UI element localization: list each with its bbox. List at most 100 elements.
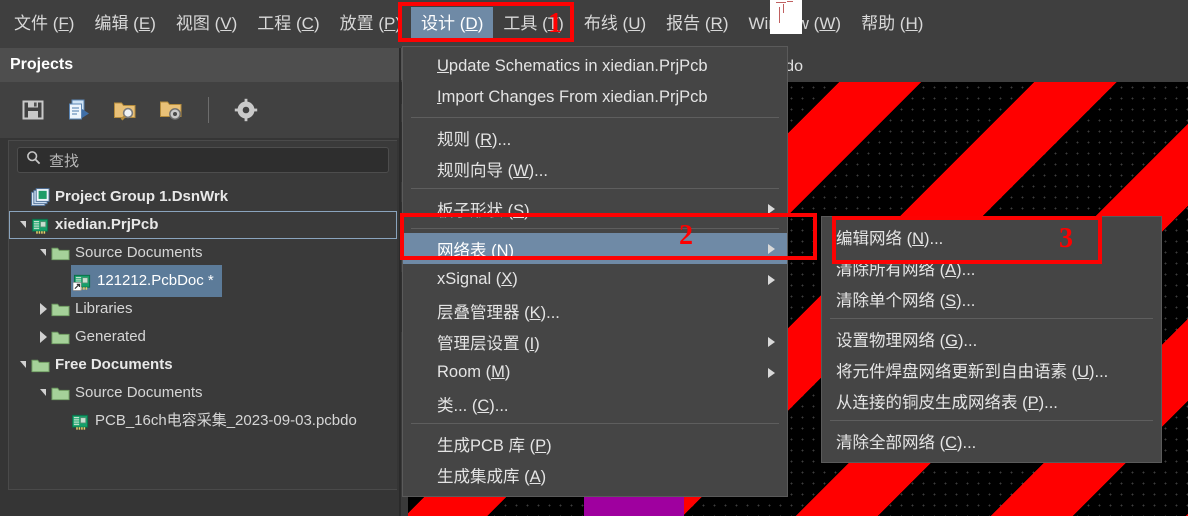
- menu-item-xsignal[interactable]: xSignal (X): [403, 264, 787, 295]
- tree-item-folder-free-documents[interactable]: Free Documents: [9, 351, 397, 379]
- menu-separator: [411, 188, 779, 189]
- panel-settings-icon[interactable]: [231, 95, 261, 125]
- menu-item-label: 管理层设置 (I): [437, 334, 540, 353]
- submenu-item-configure-physical-nets[interactable]: 设置物理网络 (G)...: [822, 323, 1161, 354]
- menu-item-label: 编辑网络 (N)...: [836, 229, 944, 248]
- prjpcb-icon: [31, 216, 50, 235]
- collapse-triangle-icon[interactable]: [15, 211, 31, 239]
- menu-item-label: 设置物理网络 (G)...: [836, 331, 978, 350]
- menubar-item-design[interactable]: 设计 (D): [411, 7, 494, 41]
- folder-icon: [51, 244, 70, 263]
- menubar-item-reports[interactable]: 报告 (R): [656, 7, 738, 41]
- menu-item-label: 将元件焊盘网络更新到自由语素 (U)...: [836, 362, 1109, 381]
- collapse-triangle-icon[interactable]: [15, 351, 31, 379]
- pcbdoc-link-icon: [73, 272, 92, 291]
- menu-item-netlist[interactable]: 网络表 (N): [403, 233, 787, 264]
- menubar-item-label: 帮助 (H): [861, 14, 924, 33]
- tree-item-folder-generated[interactable]: Generated: [9, 323, 397, 351]
- tree-item-content: Source Documents: [51, 379, 203, 407]
- submenu-item-clear-all-nets[interactable]: 清除全部网络 (C)...: [822, 425, 1161, 456]
- submenu-item-clean-single-net[interactable]: 清除单个网络 (S)...: [822, 283, 1161, 314]
- tree-item-folder-source-documents-2[interactable]: Source Documents: [9, 379, 397, 407]
- application-window: 文件 (F) 编辑 (E) 视图 (V) 工程 (C) 放置 (P) 设计 (D) 工具 (…: [0, 0, 1188, 516]
- compile-documents-icon[interactable]: [64, 95, 94, 125]
- menubar-item-label: 设计 (D): [421, 14, 484, 33]
- tree-item-project-group[interactable]: Project Group 1.DsnWrk: [9, 183, 397, 211]
- menu-item-label: Update Schematics in xiedian.PrjPcb: [437, 57, 708, 75]
- tree-item-content: Generated: [51, 323, 146, 351]
- save-icon[interactable]: [18, 95, 48, 125]
- folder-icon: [51, 300, 70, 319]
- tree-item-folder-source-documents-1[interactable]: Source Documents: [9, 239, 397, 267]
- tree-item-label: Source Documents: [75, 244, 203, 261]
- expand-triangle-icon[interactable]: [35, 323, 51, 351]
- annotation-step-2-number: 2: [679, 220, 693, 251]
- collapse-triangle-icon[interactable]: [35, 379, 51, 407]
- collapse-triangle-icon[interactable]: [35, 239, 51, 267]
- menubar-item-file[interactable]: 文件 (F): [4, 7, 84, 41]
- tree-item-folder-libraries[interactable]: Libraries: [9, 295, 397, 323]
- annotation-step-1-number: 1: [548, 8, 562, 39]
- menu-item-layer-stack-manager[interactable]: 层叠管理器 (K)...: [403, 295, 787, 326]
- menubar-item-label: 放置 (P): [339, 14, 402, 33]
- menu-item-label: 生成集成库 (A): [437, 467, 547, 486]
- expand-triangle-icon[interactable]: [35, 295, 51, 323]
- panel-title: Projects: [0, 48, 399, 82]
- menu-item-manage-layer-sets[interactable]: 管理层设置 (I): [403, 326, 787, 357]
- tree-item-content: xiedian.PrjPcb: [31, 211, 158, 239]
- menu-separator: [830, 318, 1153, 319]
- menubar-item-label: 工程 (C): [257, 14, 320, 33]
- pcbdoc-icon: [71, 412, 90, 431]
- menu-separator: [411, 228, 779, 229]
- annotation-step-3-number: 3: [1059, 223, 1073, 254]
- tree-item-label: Generated: [75, 328, 146, 345]
- menubar-item-project[interactable]: 工程 (C): [247, 7, 329, 41]
- menu-item-board-shape[interactable]: 板子形状 (S): [403, 193, 787, 224]
- tree-item-label: xiedian.PrjPcb: [55, 216, 159, 233]
- projects-tree-container: 查找 Project Group 1.DsnWrk xiedian.PrjPcb S…: [8, 140, 397, 490]
- submenu-item-edit-nets[interactable]: 编辑网络 (N)...: [822, 221, 1161, 252]
- menu-item-import-changes[interactable]: Import Changes From xiedian.PrjPcb: [403, 82, 787, 113]
- menu-item-make-integrated-library[interactable]: 生成集成库 (A): [403, 459, 787, 490]
- menu-item-label: Room (M): [437, 363, 511, 381]
- menu-item-classes[interactable]: 类... (C)...: [403, 388, 787, 419]
- project-options-icon[interactable]: [156, 95, 186, 125]
- menu-item-make-pcb-library[interactable]: 生成PCB 库 (P): [403, 428, 787, 459]
- submenu-arrow-icon: [768, 367, 775, 378]
- menu-item-update-schematics[interactable]: Update Schematics in xiedian.PrjPcb: [403, 51, 787, 82]
- tree-item-doc-121212[interactable]: 121212.PcbDoc *: [9, 265, 397, 297]
- menubar-item-label: 文件 (F): [14, 14, 75, 33]
- tree-item-content: Libraries: [51, 295, 133, 323]
- submenu-arrow-icon: [768, 243, 775, 254]
- tree-item-content: PCB_16ch电容采集_2023-09-03.pcbdo: [71, 407, 357, 435]
- search-input[interactable]: 查找: [17, 147, 389, 173]
- menubar-item-place[interactable]: 放置 (P): [330, 7, 411, 41]
- projects-panel: Projects 查找 Project Group 1.DsnWrk xiedi…: [0, 48, 400, 516]
- dsnwrk-icon: [31, 187, 50, 207]
- submenu-arrow-icon: [768, 336, 775, 347]
- menubar-item-edit[interactable]: 编辑 (E): [84, 7, 165, 41]
- netlist-submenu: 编辑网络 (N)... 清除所有网络 (A)... 清除单个网络 (S)... 设置物…: [821, 216, 1162, 463]
- tree-item-content: Project Group 1.DsnWrk: [31, 183, 228, 211]
- tree-item-content: Free Documents: [31, 351, 173, 379]
- tree-item-project-xiedian[interactable]: xiedian.PrjPcb: [9, 211, 397, 239]
- tree-item-label: Libraries: [75, 300, 133, 317]
- folder-icon: [51, 384, 70, 403]
- submenu-item-clean-all-nets[interactable]: 清除所有网络 (A)...: [822, 252, 1161, 283]
- menu-item-label: 规则向导 (W)...: [437, 161, 548, 180]
- menu-item-room[interactable]: Room (M): [403, 357, 787, 388]
- menu-item-rules[interactable]: 规则 (R)...: [403, 122, 787, 153]
- menubar-item-view[interactable]: 视图 (V): [166, 7, 247, 41]
- menu-item-rule-wizard[interactable]: 规则向导 (W)...: [403, 153, 787, 184]
- menu-item-label: Import Changes From xiedian.PrjPcb: [437, 88, 708, 106]
- tree-item-doc-pcb-16ch[interactable]: PCB_16ch电容采集_2023-09-03.pcbdo: [9, 407, 397, 435]
- menu-item-label: 类... (C)...: [437, 396, 509, 415]
- menubar-item-help[interactable]: 帮助 (H): [851, 7, 933, 41]
- menubar-item-route[interactable]: 布线 (U): [574, 7, 656, 41]
- open-project-icon[interactable]: [110, 95, 140, 125]
- submenu-item-create-netlist-from-copper[interactable]: 从连接的铜皮生成网络表 (P)...: [822, 385, 1161, 416]
- submenu-item-update-free-primitives[interactable]: 将元件焊盘网络更新到自由语素 (U)...: [822, 354, 1161, 385]
